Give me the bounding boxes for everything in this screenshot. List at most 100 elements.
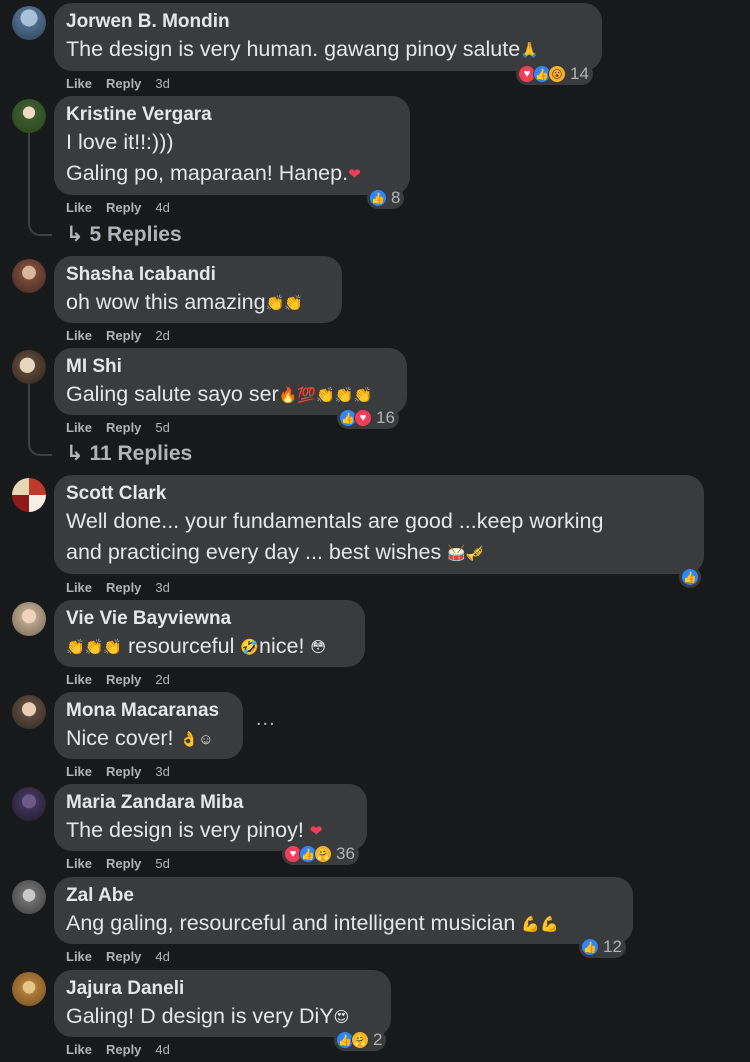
comment-author[interactable]: Maria Zandara Miba [66,791,355,815]
reaction-summary[interactable]: ♥ 👍 😮 14 [516,63,593,85]
comment-text-line2: Galing po, maparaan! Hanep. [66,161,349,185]
comment-bubble: Zal Abe Ang galing, resourceful and inte… [54,877,633,944]
comment-timestamp[interactable]: 4d [155,200,169,215]
reply-link[interactable]: Reply [106,856,141,871]
comment-text: The design is very pinoy! [66,818,310,842]
comment-bubble: Mona Macaranas Nice cover! 👌☺ [54,692,243,759]
like-link[interactable]: Like [66,76,92,91]
thread-line [28,384,30,442]
avatar[interactable] [12,259,46,293]
comment-timestamp[interactable]: 4d [155,949,169,964]
reaction-count: 8 [391,188,401,207]
comment-timestamp[interactable]: 3d [155,764,169,779]
comment-timestamp[interactable]: 2d [155,672,169,687]
like-link[interactable]: Like [66,580,92,595]
comment-text-part2: nice! [259,634,311,658]
avatar[interactable] [12,972,46,1006]
like-link[interactable]: Like [66,420,92,435]
comment-text: Ang galing, resourceful and intelligent … [66,911,522,935]
care-reaction-icon: 🤗 [314,845,332,863]
avatar[interactable] [12,880,46,914]
comment-timestamp[interactable]: 5d [155,856,169,871]
comment-actions: Like Reply 3d [66,580,184,595]
reaction-summary[interactable]: ♥ 👍 🤗 36 [282,843,359,865]
reply-link[interactable]: Reply [106,200,141,215]
thread-curve [28,440,52,456]
reaction-summary[interactable]: 👍 ♥ 16 [337,407,399,429]
reaction-count: 2 [373,1030,383,1049]
comment-emoji: 👏👏 [265,294,303,312]
like-link[interactable]: Like [66,328,92,343]
replies-count-label: 5 Replies [89,223,182,246]
comment-bubble: Shasha Icabandi oh wow this amazing👏👏 [54,256,342,323]
view-replies-link[interactable]: ↳ 11 Replies [66,441,192,466]
reaction-summary[interactable]: 👍 🤗 2 [334,1029,387,1051]
comment-timestamp[interactable]: 3d [155,76,169,91]
wow-reaction-icon: 😮 [548,65,566,83]
comment-author[interactable]: MI Shi [66,355,395,379]
avatar[interactable] [12,695,46,729]
comment-timestamp[interactable]: 2d [155,328,169,343]
reply-link[interactable]: Reply [106,420,141,435]
avatar[interactable] [12,99,46,133]
comment-text: Nice cover! [66,726,180,750]
like-reaction-icon: 👍 [369,189,387,207]
reaction-count: 36 [336,844,355,863]
comment-author[interactable]: Mona Macaranas [66,699,231,723]
reply-link[interactable]: Reply [106,672,141,687]
comment-timestamp[interactable]: 4d [155,1042,169,1057]
comment-text: Galing salute sayo ser [66,382,279,406]
comment-text: I love it!!:))) [66,130,174,154]
comment-actions: Like Reply 5d [66,420,184,435]
avatar[interactable] [12,602,46,636]
comment-author[interactable]: Kristine Vergara [66,103,398,127]
reply-link[interactable]: Reply [106,764,141,779]
like-link[interactable]: Like [66,856,92,871]
comment-bubble: Jajura Daneli Galing! D design is very D… [54,970,391,1037]
comment-author[interactable]: Shasha Icabandi [66,263,330,287]
avatar[interactable] [12,787,46,821]
reaction-count: 14 [570,64,589,83]
care-reaction-icon: 🤗 [351,1031,369,1049]
reply-link[interactable]: Reply [106,580,141,595]
comment-author[interactable]: Jajura Daneli [66,977,379,1001]
comment-bubble: Scott Clark Well done... your fundamenta… [54,475,704,574]
comment-author[interactable]: Vie Vie Bayviewna [66,607,353,631]
comment-text: The design is very human. gawang pinoy s… [66,37,521,61]
like-link[interactable]: Like [66,1042,92,1057]
thread-curve [28,220,52,236]
reply-link[interactable]: Reply [106,328,141,343]
view-replies-link[interactable]: ↳ 5 Replies [66,222,182,247]
more-options-button[interactable]: ... [256,708,276,731]
like-link[interactable]: Like [66,200,92,215]
reaction-summary[interactable]: 👍 8 [367,187,405,209]
comment-text: Well done... your fundamentals are good … [66,509,604,533]
comment-emoji: 💪💪 [521,915,559,933]
comment-timestamp[interactable]: 3d [155,580,169,595]
reaction-summary[interactable]: 👍 12 [579,936,626,958]
like-link[interactable]: Like [66,672,92,687]
like-link[interactable]: Like [66,949,92,964]
thread-line [28,132,30,222]
avatar[interactable] [12,350,46,384]
comment-emoji: ❤ [348,165,361,183]
comment-timestamp[interactable]: 5d [155,420,169,435]
like-link[interactable]: Like [66,764,92,779]
comment-text: resourceful [122,634,241,658]
comment-author[interactable]: Jorwen B. Mondin [66,10,590,34]
reply-link[interactable]: Reply [106,949,141,964]
replies-count-label: 11 Replies [89,442,193,465]
comment-author[interactable]: Zal Abe [66,884,621,908]
comment-actions: Like Reply 2d [66,328,184,343]
comment-actions: Like Reply 4d [66,1042,184,1057]
laughing-emoji: 🤣 [240,638,260,656]
avatar[interactable] [12,478,46,512]
comment-emoji: 👌☺ [179,730,214,748]
reply-link[interactable]: Reply [106,1042,141,1057]
comment-author[interactable]: Scott Clark [66,482,692,506]
reply-link[interactable]: Reply [106,76,141,91]
like-reaction-icon: 👍 [581,938,599,956]
avatar[interactable] [12,6,46,40]
comment-actions: Like Reply 4d [66,949,184,964]
reaction-summary[interactable]: 👍 [679,566,701,588]
